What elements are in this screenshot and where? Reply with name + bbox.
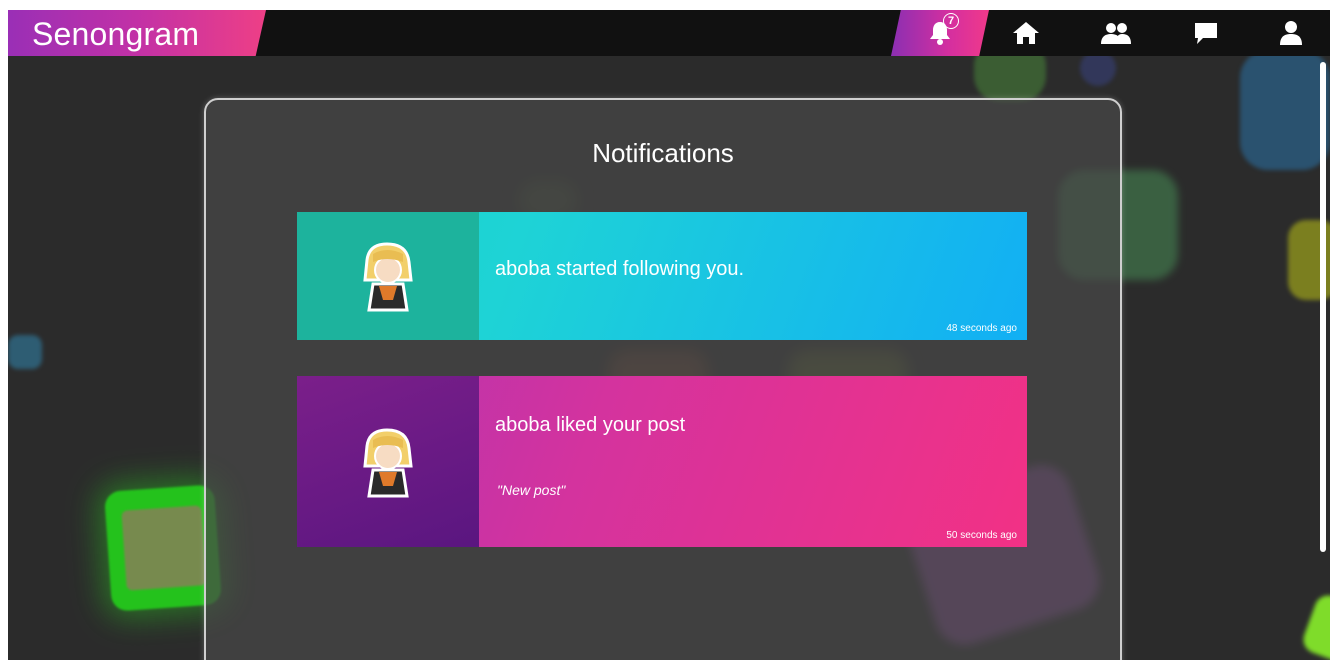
friends-icon[interactable] — [1093, 10, 1139, 56]
notification-time: 50 seconds ago — [946, 530, 1017, 541]
background-blob — [1299, 591, 1330, 660]
app-screen: Senongram 7 Notifications aboba started … — [8, 10, 1330, 660]
post-title-quote[interactable]: "New post" — [497, 482, 565, 498]
logo[interactable]: Senongram — [8, 10, 266, 56]
notification-card[interactable]: aboba liked your post "New post" 50 seco… — [297, 376, 1027, 547]
background-blob — [1240, 50, 1330, 170]
user-icon[interactable] — [1268, 10, 1314, 56]
background-blob — [8, 335, 42, 369]
notification-text: aboba liked your post — [495, 414, 686, 436]
notification-text: aboba started following you. — [495, 258, 745, 280]
notification-avatar-area — [297, 212, 479, 340]
avatar[interactable] — [357, 240, 419, 312]
home-icon[interactable] — [1003, 10, 1049, 56]
notification-time: 48 seconds ago — [946, 323, 1017, 334]
app-title[interactable]: Senongram — [32, 16, 199, 53]
notification-avatar-area — [297, 376, 479, 547]
notification-count-badge: 7 — [943, 13, 959, 29]
notification-card[interactable]: aboba started following you. 48 seconds … — [297, 212, 1027, 340]
avatar[interactable] — [357, 426, 419, 498]
notification-body: aboba liked your post "New post" 50 seco… — [479, 376, 1027, 547]
top-navbar: Senongram 7 — [8, 10, 1330, 56]
page-title: Notifications — [592, 138, 734, 168]
notification-body: aboba started following you. 48 seconds … — [479, 212, 1027, 340]
chat-icon[interactable] — [1183, 10, 1229, 56]
notifications-panel: Notifications aboba started following yo… — [204, 98, 1122, 660]
page-scrollbar[interactable] — [1320, 62, 1326, 552]
